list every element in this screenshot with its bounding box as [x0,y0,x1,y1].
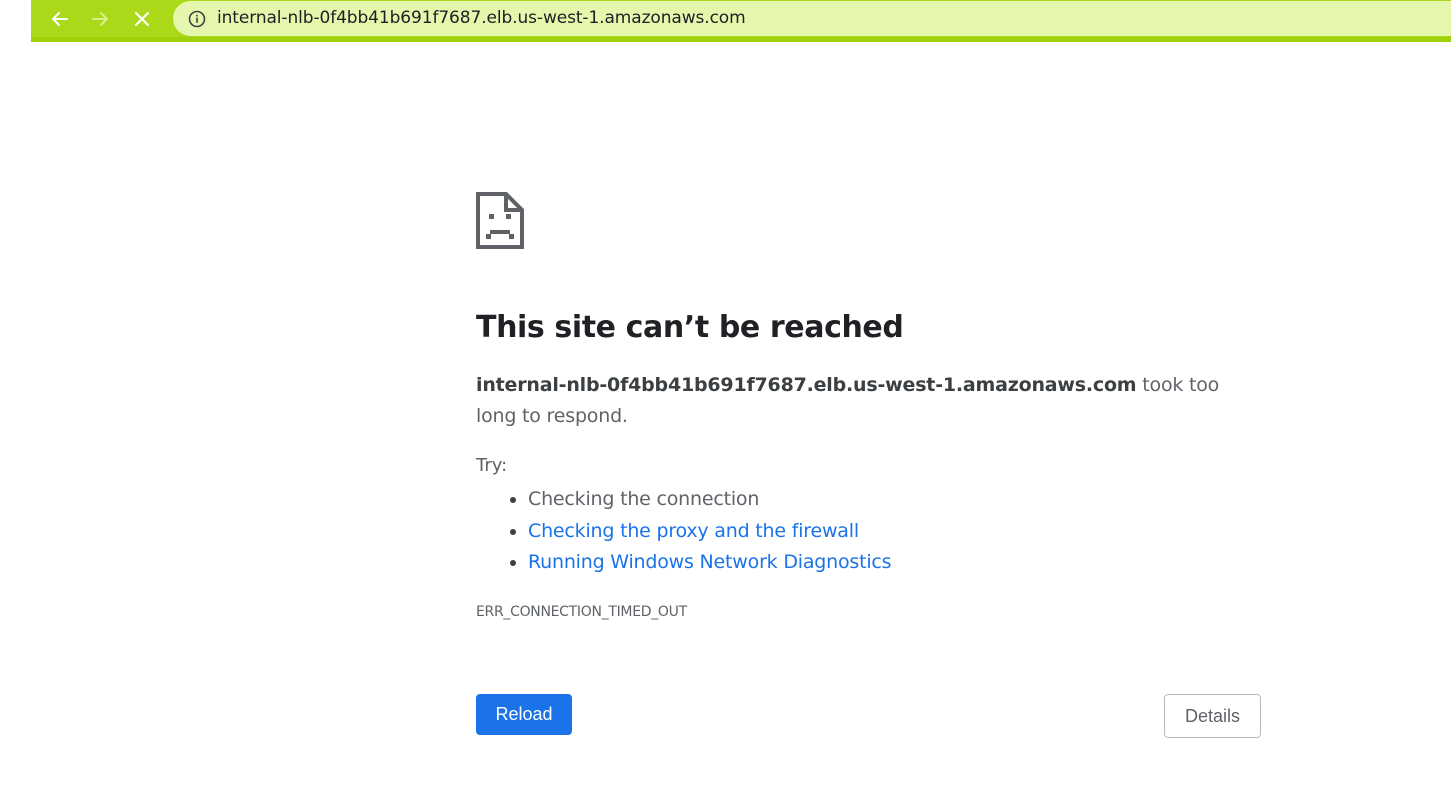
details-button[interactable]: Details [1164,694,1261,738]
info-icon[interactable] [187,9,207,29]
list-item: Checking the proxy and the firewall [528,516,891,548]
error-title: This site can’t be reached [476,310,904,345]
list-item: Running Windows Network Diagnostics [528,547,892,579]
error-code: ERR_CONNECTION_TIMED_OUT [476,604,687,620]
back-button[interactable] [41,0,79,37]
proxy-firewall-link[interactable]: Checking the proxy and the firewall [528,520,859,542]
try-label: Try: [476,455,508,476]
arrow-right-icon [92,11,108,26]
suggestion-check-connection: Checking the connection [528,488,760,510]
forward-button[interactable] [81,0,119,37]
close-icon [134,11,150,26]
address-bar[interactable]: internal-nlb-0f4bb41b691f7687.elb.us-wes… [173,1,1451,36]
reload-button[interactable]: Reload [476,694,572,735]
network-diagnostics-link[interactable]: Running Windows Network Diagnostics [528,551,892,573]
stop-loading-button[interactable] [123,0,161,37]
arrow-left-icon [52,11,68,26]
browser-toolbar: internal-nlb-0f4bb41b691f7687.elb.us-wes… [31,0,1451,42]
suggestions-list: Checking the connection Checking the pro… [476,484,892,579]
error-host: internal-nlb-0f4bb41b691f7687.elb.us-wes… [476,374,1137,396]
error-description: internal-nlb-0f4bb41b691f7687.elb.us-wes… [476,370,1256,432]
list-item: Checking the connection [528,484,891,516]
url-text[interactable]: internal-nlb-0f4bb41b691f7687.elb.us-wes… [217,8,746,28]
sad-page-icon [476,192,524,249]
